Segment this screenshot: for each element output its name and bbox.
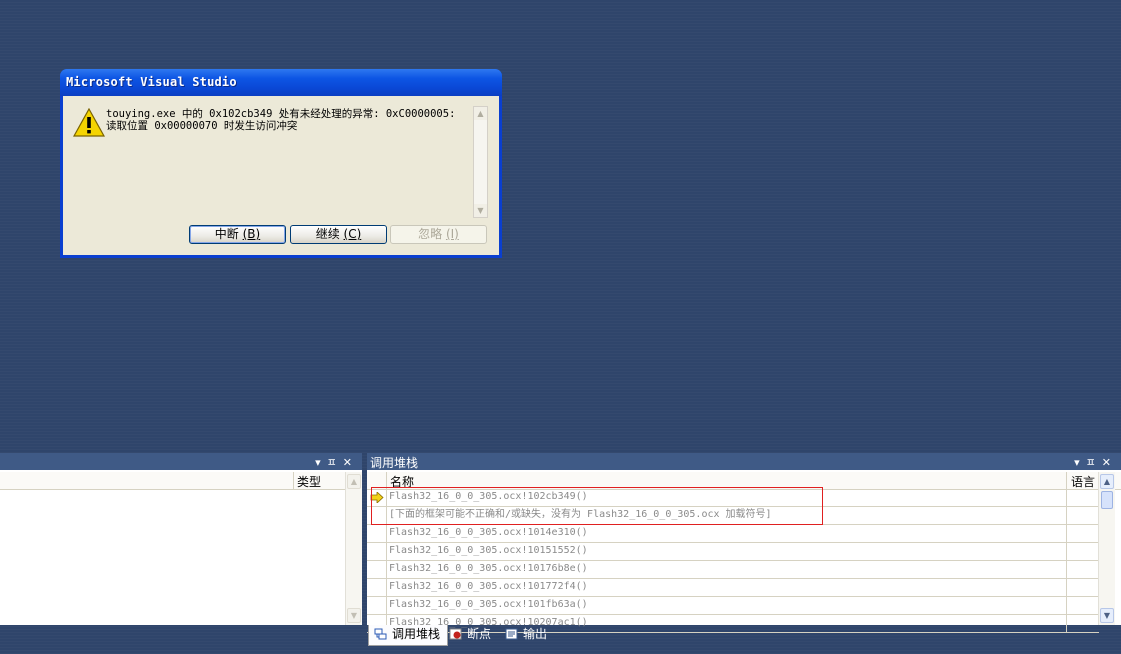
- row-gutter: [367, 525, 387, 542]
- dropdown-icon[interactable]: ▾: [315, 456, 327, 469]
- call-stack-row[interactable]: Flash32_16_0_0_305.ocx!101fb63a(): [367, 597, 1099, 615]
- call-stack-row[interactable]: Flash32_16_0_0_305.ocx!1014e310(): [367, 525, 1099, 543]
- dialog-title: Microsoft Visual Studio: [66, 75, 237, 89]
- left-pane-scrollbar[interactable]: ▲ ▼: [345, 472, 362, 625]
- call-stack-pane: 调用堆栈 ▾ㅍ✕ 名称 语言 Flash32_16_0_0_305.ocx!10…: [367, 453, 1121, 633]
- message-line-2: 读取位置 0x00000070 时发生访问冲突: [106, 120, 298, 132]
- warning-icon: [73, 108, 105, 137]
- column-type[interactable]: 类型: [297, 473, 321, 490]
- output-icon: [505, 628, 518, 640]
- dropdown-icon[interactable]: ▾: [1074, 456, 1086, 469]
- continue-button[interactable]: 继续 (C): [290, 225, 387, 244]
- call-stack-row[interactable]: Flash32_16_0_0_305.ocx!10151552(): [367, 543, 1099, 561]
- tab-output[interactable]: 输出: [505, 625, 555, 645]
- row-gutter: [367, 597, 387, 614]
- message-scrollbar[interactable]: ▲ ▼: [473, 106, 488, 218]
- scroll-up-icon[interactable]: ▲: [474, 107, 487, 120]
- frame-name: Flash32_16_0_0_305.ocx!1014e310(): [389, 527, 588, 538]
- frame-name: Flash32_16_0_0_305.ocx!101fb63a(): [389, 599, 588, 610]
- tool-window-tabs: 调用堆栈 断点 输出: [367, 625, 1121, 654]
- scroll-thumb[interactable]: [1101, 491, 1113, 509]
- break-button[interactable]: 中断 (B): [189, 225, 286, 244]
- close-icon[interactable]: ✕: [1102, 456, 1117, 469]
- column-language[interactable]: 语言: [1071, 473, 1095, 490]
- tab-call-stack[interactable]: 调用堆栈: [368, 625, 448, 646]
- left-pane-column-header: 类型: [0, 472, 362, 490]
- pin-icon[interactable]: ㅍ: [1086, 456, 1102, 469]
- close-icon[interactable]: ✕: [343, 456, 358, 469]
- message-line-1: touying.exe 中的 0x102cb349 处有未经处理的异常: 0xC…: [106, 108, 456, 120]
- row-gutter: [367, 579, 387, 596]
- row-gutter: [367, 561, 387, 578]
- scroll-down-icon[interactable]: ▼: [474, 204, 487, 217]
- dialog-body: touying.exe 中的 0x102cb349 处有未经处理的异常: 0xC…: [63, 96, 499, 255]
- exception-message: touying.exe 中的 0x102cb349 处有未经处理的异常: 0xC…: [106, 108, 466, 132]
- call-stack-row[interactable]: Flash32_16_0_0_305.ocx!101772f4(): [367, 579, 1099, 597]
- breakpoint-icon: [449, 628, 462, 640]
- scroll-up-icon[interactable]: ▲: [347, 474, 361, 489]
- frame-name: Flash32_16_0_0_305.ocx!10176b8e(): [389, 563, 588, 574]
- call-stack-header: 调用堆栈 ▾ㅍ✕: [367, 453, 1121, 470]
- dialog-title-bar[interactable]: Microsoft Visual Studio: [60, 69, 502, 96]
- scroll-down-icon[interactable]: ▼: [1100, 608, 1114, 623]
- frame-name: Flash32_16_0_0_305.ocx!101772f4(): [389, 581, 588, 592]
- pin-icon[interactable]: ㅍ: [327, 456, 343, 469]
- frame-name: Flash32_16_0_0_305.ocx!10151552(): [389, 545, 588, 556]
- call-stack-scrollbar[interactable]: ▲ ▼: [1098, 472, 1115, 625]
- exception-dialog: Microsoft Visual Studio touying.exe 中的 0…: [60, 69, 502, 258]
- call-stack-icon: [374, 628, 387, 640]
- call-stack-title: 调用堆栈: [370, 456, 419, 470]
- scroll-up-icon[interactable]: ▲: [1100, 474, 1114, 489]
- tab-breakpoints[interactable]: 断点: [449, 625, 499, 645]
- call-stack-row[interactable]: Flash32_16_0_0_305.ocx!10176b8e(): [367, 561, 1099, 579]
- row-gutter: [367, 543, 387, 560]
- left-tool-pane: ▾ㅍ✕ 类型 ▲ ▼: [0, 453, 362, 625]
- ignore-button[interactable]: 忽略 (I): [390, 225, 487, 244]
- highlight-annotation-box: [371, 487, 823, 525]
- scroll-down-icon[interactable]: ▼: [347, 608, 361, 623]
- left-pane-header: ▾ㅍ✕: [0, 453, 362, 470]
